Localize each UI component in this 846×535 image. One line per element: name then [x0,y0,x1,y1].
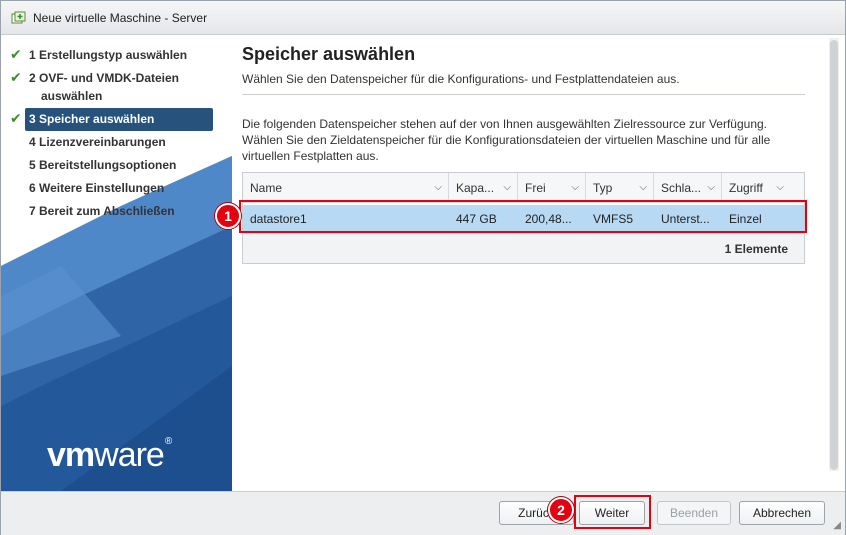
column-header-access[interactable]: Zugriff ⌵ [722,173,804,203]
scrollbar-thumb[interactable] [830,40,838,470]
wizard-step-label: 6 Weitere Einstellungen [29,181,165,195]
wizard-dialog: Neue virtuelle Maschine - Server ✔ 1 Ers… [0,0,846,535]
wizard-step-6[interactable]: 6 Weitere Einstellungen [1,177,232,200]
wizard-step-7[interactable]: 7 Bereit zum Abschließen [1,200,232,223]
title-bar: Neue virtuelle Maschine - Server [1,1,845,35]
table-footer-count: 1 Elemente [243,233,804,263]
column-header-name[interactable]: Name ⌵ [243,173,449,203]
wizard-step-label-cont: auswählen [41,89,103,103]
window-title: Neue virtuelle Maschine - Server [33,10,208,25]
column-header-type[interactable]: Typ ⌵ [586,173,654,203]
highlight-box-row [239,200,807,233]
wizard-step-3-active[interactable]: ✔ 3 Speicher auswählen [10,108,213,131]
button-bar: Zurück Weiter Beenden Abbrechen ◢ [1,491,845,535]
wizard-step-list: ✔ 1 Erstellungstyp auswählen ✔ 2 OVF- un… [1,44,232,223]
column-header-free[interactable]: Frei ⌵ [518,173,586,203]
finish-button: Beenden [657,501,731,525]
wizard-step-2[interactable]: ✔ 2 OVF- und VMDK-Dateien auswählen [1,67,232,108]
wizard-step-label: 5 Bereitstellungsoptionen [29,158,177,172]
wizard-step-4[interactable]: 4 Lizenzvereinbarungen [1,131,232,154]
new-vm-icon [11,11,26,23]
resize-grip-icon[interactable]: ◢ [833,520,841,531]
highlight-box-next [574,495,651,529]
chevron-down-icon[interactable]: ⌵ [571,173,579,203]
checkmark-icon: ✔ [10,46,22,62]
wizard-step-label: 7 Bereit zum Abschließen [29,204,175,218]
chevron-down-icon[interactable]: ⌵ [776,173,784,203]
wizard-step-5[interactable]: 5 Bereitstellungsoptionen [1,154,232,177]
page-description: Die folgenden Datenspeicher stehen auf d… [242,117,771,163]
vmware-logo: vmware® [47,436,172,474]
page-subtitle: Wählen Sie den Datenspeicher für die Kon… [242,72,680,86]
checkmark-icon: ✔ [10,110,22,126]
wizard-step-label: 1 Erstellungstyp auswählen [29,48,188,62]
page-title: Speicher auswählen [242,44,416,64]
chevron-down-icon[interactable]: ⌵ [503,173,511,203]
vertical-scrollbar[interactable] [829,38,839,471]
wizard-steps-panel: ✔ 1 Erstellungstyp auswählen ✔ 2 OVF- un… [1,36,232,491]
annotation-badge-1: 1 [215,203,241,229]
column-header-capacity[interactable]: Kapa... ⌵ [449,173,518,203]
wizard-content: Speicher auswählen Wählen Sie den Datens… [232,36,845,491]
annotation-badge-2: 2 [548,497,574,523]
wizard-step-1[interactable]: ✔ 1 Erstellungstyp auswählen [1,44,232,67]
cancel-button[interactable]: Abbrechen [739,501,825,525]
chevron-down-icon[interactable]: ⌵ [707,173,715,203]
checkmark-icon: ✔ [10,69,22,85]
column-header-thin[interactable]: Schla... ⌵ [654,173,722,203]
wizard-step-label: 3 Speicher auswählen [29,112,155,126]
table-header: Name ⌵ Kapa... ⌵ Frei ⌵ Typ ⌵ Schla... ⌵… [243,173,804,203]
chevron-down-icon[interactable]: ⌵ [639,173,647,203]
chevron-down-icon[interactable]: ⌵ [434,173,442,203]
divider [242,94,805,95]
wizard-step-label: 4 Lizenzvereinbarungen [29,135,166,149]
wizard-step-label: 2 OVF- und VMDK-Dateien [29,71,180,85]
